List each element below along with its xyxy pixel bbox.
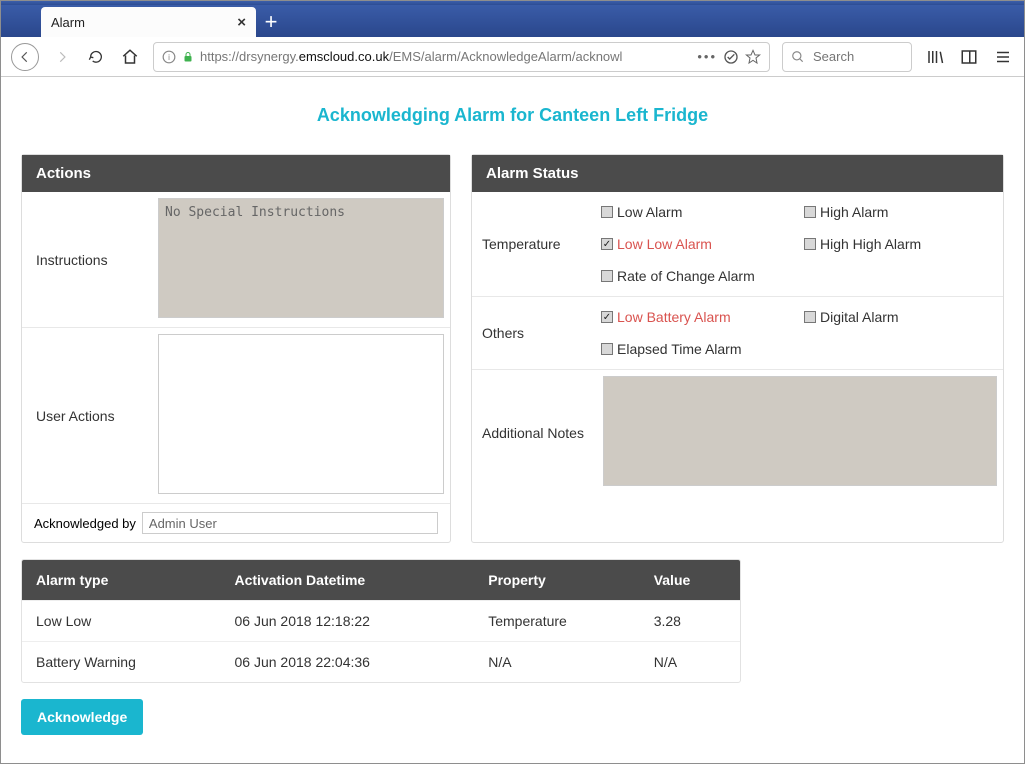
url-text: https://drsynergy.emscloud.co.uk/EMS/ala… [200,49,691,64]
user-actions-section: User Actions [22,328,450,504]
tab-close-icon[interactable]: × [237,14,246,31]
high-alarm-label: High Alarm [820,204,888,220]
acknowledge-button[interactable]: Acknowledge [21,699,143,735]
elapsed-time-label: Elapsed Time Alarm [617,341,742,357]
cell-value: N/A [640,641,740,682]
others-label: Others [472,297,597,369]
back-button[interactable] [11,43,39,71]
cell-type: Battery Warning [22,641,220,682]
acknowledged-by-label: Acknowledged by [34,516,136,531]
additional-notes-row: Additional Notes [472,370,1003,495]
table-row: Battery Warning 06 Jun 2018 22:04:36 N/A… [22,641,740,682]
additional-notes-textarea [603,376,997,486]
forward-button[interactable] [51,46,73,68]
cell-type: Low Low [22,600,220,641]
svg-text:i: i [168,52,170,61]
lock-icon [182,50,194,64]
url-pre: https://drsynergy. [200,49,299,64]
elapsed-time-check[interactable]: Elapsed Time Alarm [601,341,999,357]
new-tab-button[interactable]: + [256,7,286,37]
page-title: Acknowledging Alarm for Canteen Left Fri… [21,87,1004,154]
user-actions-textarea[interactable] [158,334,444,494]
low-battery-label: Low Battery Alarm [617,309,731,325]
col-value: Value [640,560,740,600]
low-alarm-label: Low Alarm [617,204,682,220]
table-row: Low Low 06 Jun 2018 12:18:22 Temperature… [22,600,740,641]
os-window: _ □ × Alarm × + i [0,0,1025,764]
instructions-label: Instructions [22,192,152,327]
low-battery-check[interactable]: ✓Low Battery Alarm [601,309,796,325]
col-property: Property [474,560,639,600]
home-button[interactable] [119,46,141,68]
alarm-table: Alarm type Activation Datetime Property … [21,559,741,683]
search-box[interactable] [782,42,912,72]
rate-of-change-check[interactable]: Rate of Change Alarm [601,268,999,284]
library-icon[interactable] [924,46,946,68]
status-body: Temperature Low Alarm High Alarm ✓Low Lo… [472,192,1003,495]
panels-row: Actions Instructions User Actions [21,154,1004,543]
others-row: Others ✓Low Battery Alarm Digital Alarm … [472,297,1003,370]
bookmark-icon[interactable] [745,49,761,65]
high-alarm-check[interactable]: High Alarm [804,204,999,220]
actions-panel: Actions Instructions User Actions [21,154,451,543]
reload-button[interactable] [85,46,107,68]
low-alarm-check[interactable]: Low Alarm [601,204,796,220]
search-input[interactable] [811,48,903,65]
digital-alarm-check[interactable]: Digital Alarm [804,309,999,325]
more-icon[interactable]: ••• [697,49,717,64]
low-low-alarm-check[interactable]: ✓Low Low Alarm [601,236,796,252]
col-type: Alarm type [22,560,220,600]
actions-heading: Actions [22,155,450,192]
cell-property: Temperature [474,600,639,641]
nav-toolbar: i https://drsynergy.emscloud.co.uk/EMS/a… [1,37,1024,77]
high-high-alarm-label: High High Alarm [820,236,921,252]
tab-strip: Alarm × + [1,5,1024,37]
high-high-alarm-check[interactable]: High High Alarm [804,236,999,252]
sidebar-icon[interactable] [958,46,980,68]
search-icon [791,50,805,64]
shield-icon[interactable] [723,49,739,65]
temperature-row: Temperature Low Alarm High Alarm ✓Low Lo… [472,192,1003,297]
additional-notes-label: Additional Notes [472,370,597,495]
info-icon[interactable]: i [162,50,176,64]
acknowledged-by-input[interactable] [142,512,438,534]
user-actions-label: User Actions [22,328,152,503]
menu-icon[interactable] [992,46,1014,68]
low-low-alarm-label: Low Low Alarm [617,236,712,252]
instructions-section: Instructions [22,192,450,328]
col-datetime: Activation Datetime [220,560,474,600]
url-domain: emscloud.co.uk [299,49,389,64]
cell-datetime: 06 Jun 2018 12:18:22 [220,600,474,641]
alarm-status-panel: Alarm Status Temperature Low Alarm High … [471,154,1004,543]
digital-alarm-label: Digital Alarm [820,309,899,325]
temperature-label: Temperature [472,192,597,296]
rate-of-change-label: Rate of Change Alarm [617,268,755,284]
url-post: /EMS/alarm/AcknowledgeAlarm/acknowl [389,49,622,64]
cell-datetime: 06 Jun 2018 22:04:36 [220,641,474,682]
tab-title: Alarm [51,15,237,30]
acknowledged-by-row: Acknowledged by [22,504,450,542]
cell-property: N/A [474,641,639,682]
actions-body: Instructions User Actions Acknowledged b… [22,192,450,542]
browser-tab[interactable]: Alarm × [41,7,256,37]
url-bar[interactable]: i https://drsynergy.emscloud.co.uk/EMS/a… [153,42,770,72]
status-heading: Alarm Status [472,155,1003,192]
page-content: Acknowledging Alarm for Canteen Left Fri… [1,77,1024,745]
instructions-textarea [158,198,444,318]
cell-value: 3.28 [640,600,740,641]
